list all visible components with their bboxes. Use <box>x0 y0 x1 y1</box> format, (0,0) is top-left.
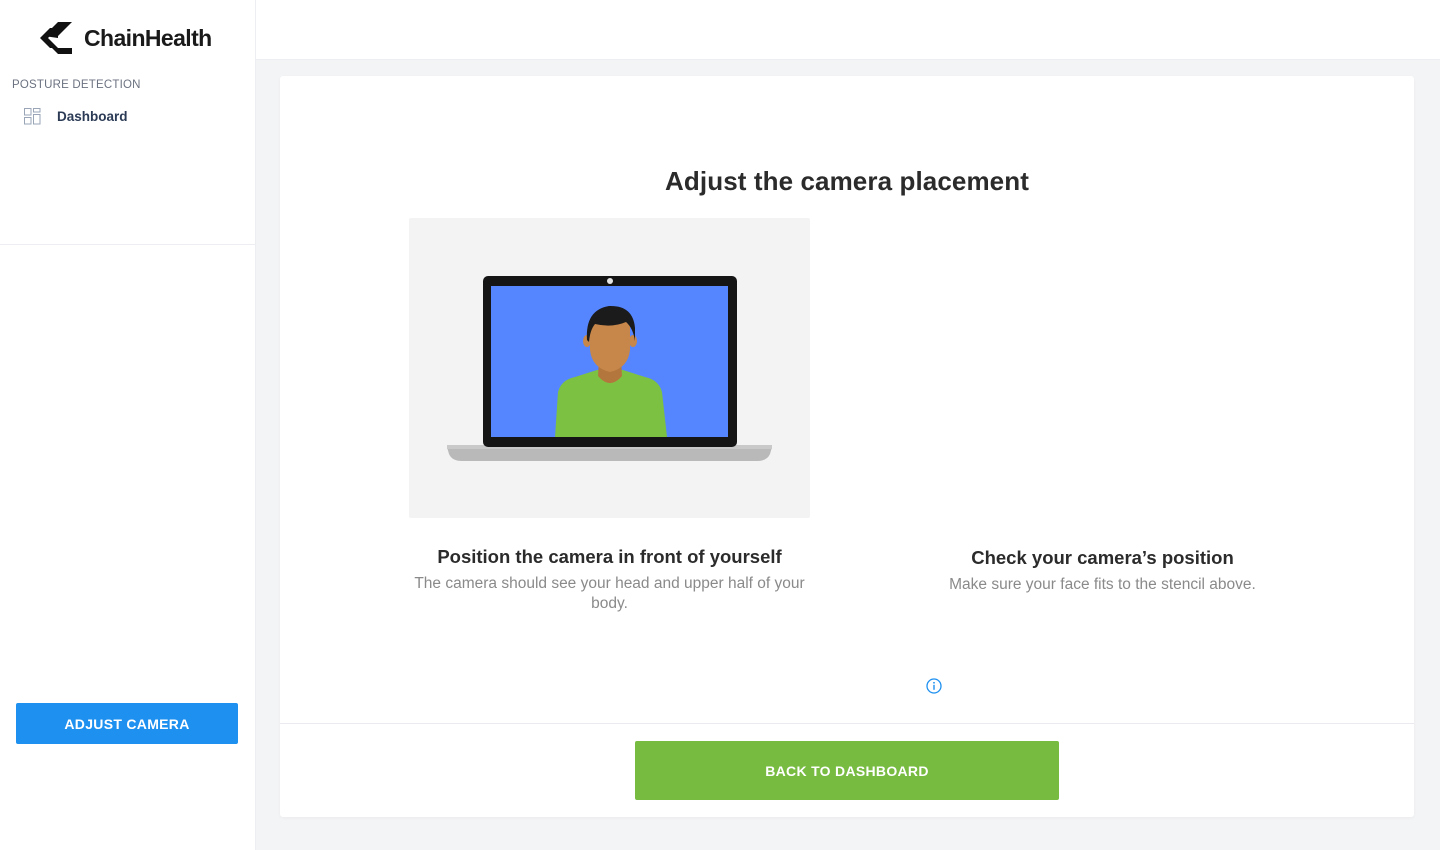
section-label-posture-detection: POSTURE DETECTION <box>12 79 141 91</box>
top-bar <box>256 0 1440 60</box>
camera-placement-card: Adjust the camera placement Position the… <box>280 76 1414 817</box>
dashboard-grid-icon <box>24 107 41 124</box>
step-title: Check your camera’s position <box>971 547 1234 568</box>
info-icon[interactable] <box>926 678 942 694</box>
back-to-dashboard-button[interactable]: BACK TO DASHBOARD <box>635 741 1059 800</box>
brand-logo[interactable]: ChainHealth <box>38 22 212 54</box>
brand-name: ChainHealth <box>84 24 212 51</box>
step-check-camera: Check your camera’s position Make sure y… <box>880 547 1325 595</box>
sidebar-item-dashboard[interactable]: Dashboard <box>24 104 128 128</box>
adjust-camera-button[interactable]: ADJUST CAMERA <box>16 703 238 744</box>
laptop-person-illustration <box>447 276 772 461</box>
card-footer-divider <box>280 723 1414 724</box>
step-description: The camera should see your head and uppe… <box>414 575 805 612</box>
sidebar-divider <box>0 244 256 245</box>
page-title: Adjust the camera placement <box>665 166 1029 196</box>
step-description: Make sure your face fits to the stencil … <box>949 576 1256 593</box>
chainhealth-logo-icon <box>40 22 72 54</box>
step-position-camera: Position the camera in front of yourself… <box>409 546 810 614</box>
sidebar-item-label: Dashboard <box>57 108 128 124</box>
sidebar: ChainHealth POSTURE DETECTION Dashboard … <box>0 0 256 850</box>
step-title: Position the camera in front of yourself <box>437 546 782 567</box>
camera-placement-illustration <box>409 218 810 518</box>
